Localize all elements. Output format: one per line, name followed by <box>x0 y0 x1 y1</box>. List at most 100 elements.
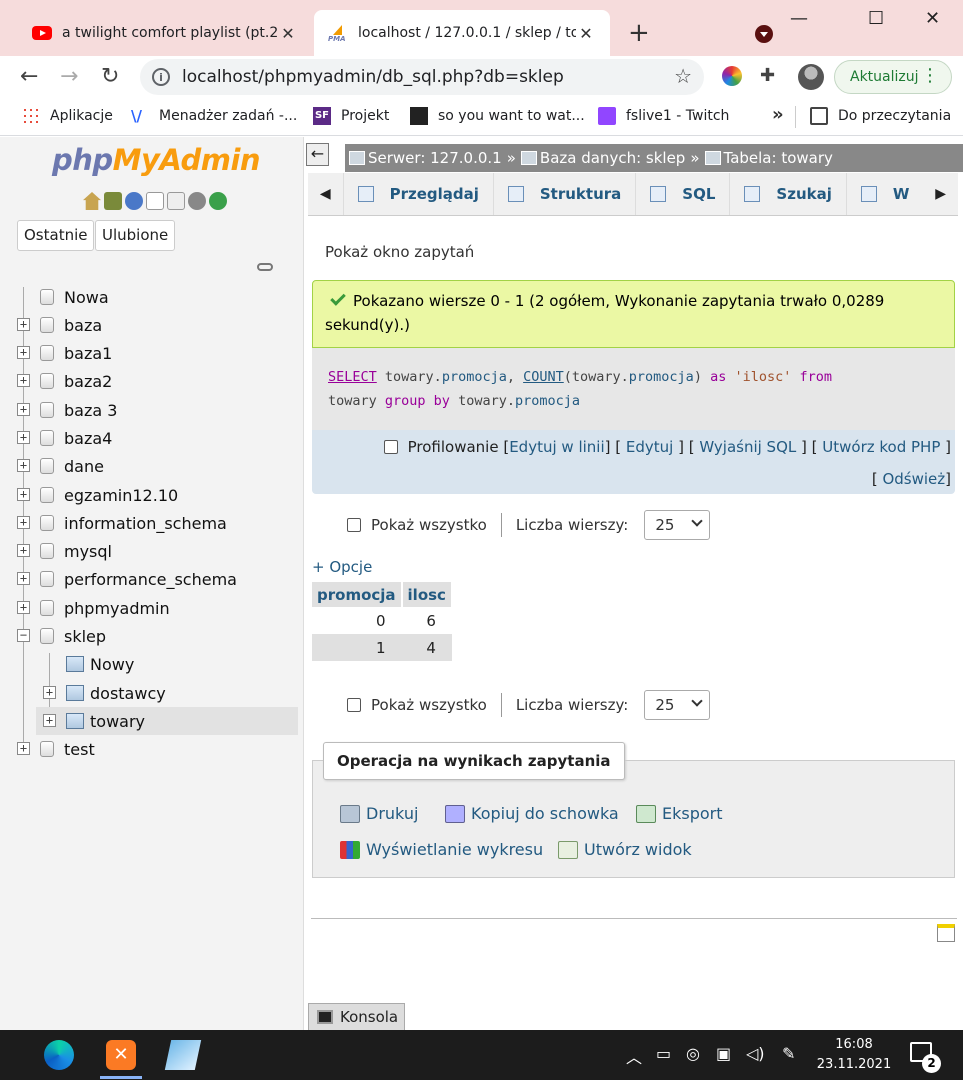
reading-list[interactable]: Do przeczytania <box>810 107 951 125</box>
expand-plus-icon[interactable]: + <box>17 459 30 472</box>
edge-browser-icon[interactable] <box>44 1040 74 1070</box>
expand-plus-icon[interactable]: + <box>17 516 30 529</box>
options-link[interactable]: + Opcje <box>312 558 372 576</box>
expand-plus-icon[interactable]: + <box>17 742 30 755</box>
browser-tab-phpmyadmin[interactable]: PMA localhost / 127.0.0.1 / sklep / tow … <box>314 10 610 56</box>
bookmark-apps[interactable]: Aplikacje <box>22 107 113 125</box>
tree-item-database[interactable]: + baza <box>0 311 300 339</box>
reload-icon[interactable]: ↻ <box>101 64 119 89</box>
tree-item-database[interactable]: + baza2 <box>0 367 300 395</box>
copy-to-clipboard-link[interactable]: Kopiuj do schowka <box>445 804 619 823</box>
taskbar-clock[interactable]: 16:08 23.11.2021 <box>812 1035 896 1075</box>
expand-plus-icon[interactable]: + <box>17 403 30 416</box>
expand-plus-icon[interactable]: + <box>17 572 30 585</box>
home-icon[interactable] <box>83 192 101 210</box>
column-header-promocja[interactable]: promocja <box>312 582 403 607</box>
tab-browse[interactable]: Przeglądaj <box>342 173 493 215</box>
expand-plus-icon[interactable]: + <box>17 601 30 614</box>
collapse-minus-icon[interactable]: − <box>17 629 30 642</box>
address-url[interactable]: localhost/phpmyadmin/db_sql.php?db=sklep <box>182 67 564 87</box>
tab-sql[interactable]: SQL <box>635 173 729 215</box>
site-info-icon[interactable]: i <box>152 68 170 86</box>
update-button[interactable]: Aktualizuj ⋮ <box>834 60 952 94</box>
explain-sql-link[interactable]: Wyjaśnij SQL <box>699 438 796 456</box>
create-view-link[interactable]: Utwórz widok <box>558 840 692 859</box>
expand-plus-icon[interactable]: + <box>17 431 30 444</box>
tab-structure[interactable]: Struktura <box>492 173 635 215</box>
favorite-tables-button[interactable]: Ulubione <box>95 220 176 251</box>
back-arrow-icon[interactable]: ← <box>20 64 38 89</box>
expand-plus-icon[interactable]: + <box>17 488 30 501</box>
pen-icon[interactable]: ✎ <box>782 1044 795 1063</box>
tree-item-table[interactable]: + dostawcy <box>0 679 300 707</box>
mysql-docs-icon[interactable] <box>167 192 185 210</box>
scroll-tabs-right-icon[interactable]: ▶ <box>923 186 958 202</box>
help-icon[interactable] <box>125 192 143 210</box>
profiling-checkbox[interactable] <box>383 440 398 454</box>
reload-navigation-icon[interactable] <box>209 192 227 210</box>
expand-plus-icon[interactable]: + <box>43 686 56 699</box>
xampp-icon[interactable]: ✕ <box>106 1040 136 1070</box>
bookmark-projekt[interactable]: SF Projekt <box>313 107 389 125</box>
column-header-ilosc[interactable]: ilosc <box>401 582 453 607</box>
link-with-main-panel-icon[interactable] <box>257 263 273 271</box>
display-chart-link[interactable]: Wyświetlanie wykresu <box>340 840 543 859</box>
console-toggle[interactable]: Konsola <box>308 1003 405 1030</box>
inline-edit-link[interactable]: Edytuj w linii <box>509 438 604 456</box>
rows-per-page-select[interactable]: 25 <box>644 510 711 540</box>
print-link[interactable]: Drukuj <box>340 804 418 823</box>
maximize-icon[interactable]: ☐ <box>868 8 884 29</box>
tab-insert[interactable]: W <box>845 173 924 215</box>
tree-item-database[interactable]: + baza1 <box>0 339 300 367</box>
expand-plus-icon[interactable]: + <box>17 544 30 557</box>
rows-per-page-select[interactable]: 25 <box>644 690 711 720</box>
phpmyadmin-logo[interactable]: phpMyAdmin <box>52 143 261 177</box>
expand-plus-icon[interactable]: + <box>17 374 30 387</box>
tree-item-database-sklep[interactable]: − sklep <box>0 622 300 650</box>
tree-item-new-database[interactable]: Nowa <box>0 283 300 311</box>
volume-icon[interactable]: ◁) <box>746 1044 765 1063</box>
scroll-tabs-left-icon[interactable]: ◀ <box>308 186 343 202</box>
breadcrumb-server[interactable]: Serwer: 127.0.0.1 <box>368 149 502 167</box>
expand-plus-icon[interactable]: + <box>43 714 56 727</box>
address-bar[interactable]: i localhost/phpmyadmin/db_sql.php?db=skl… <box>140 59 704 95</box>
table-row[interactable]: 1 4 <box>312 634 452 661</box>
tree-item-database[interactable]: + baza 3 <box>0 396 300 424</box>
tree-item-database[interactable]: + dane <box>0 452 300 480</box>
printer-tray-icon[interactable]: ▣ <box>716 1044 731 1063</box>
refresh-link[interactable]: Odśwież <box>882 470 945 488</box>
close-tab-icon[interactable]: ✕ <box>278 24 298 43</box>
breadcrumb-database[interactable]: Baza danych: sklep <box>540 149 685 167</box>
tree-item-database[interactable]: + baza4 <box>0 424 300 452</box>
tree-item-new-table[interactable]: Nowy <box>0 650 300 678</box>
show-all-checkbox[interactable] <box>347 698 361 712</box>
new-tab-plus-icon[interactable]: + <box>628 18 650 48</box>
bookmark-note-icon[interactable] <box>937 924 955 942</box>
collapse-navigation-icon[interactable]: ← <box>306 143 329 166</box>
tree-item-database[interactable]: + phpmyadmin <box>0 594 300 622</box>
create-php-link[interactable]: Utwórz kod PHP <box>822 438 940 456</box>
tree-item-database[interactable]: + performance_schema <box>0 565 300 593</box>
tab-search[interactable]: Szukaj <box>729 173 845 215</box>
tab-search-icon[interactable] <box>755 25 773 43</box>
show-hidden-icons-chevron-icon[interactable]: ︿ <box>626 1044 642 1068</box>
tree-item-database[interactable]: + egzamin12.10 <box>0 481 300 509</box>
forward-arrow-icon[interactable]: → <box>60 64 78 89</box>
expand-plus-icon[interactable]: + <box>17 346 30 359</box>
tree-item-database[interactable]: + mysql <box>0 537 300 565</box>
notepad-icon[interactable] <box>164 1040 202 1070</box>
bookmark-task-manager[interactable]: \/ Menadżer zadań -... <box>131 107 297 125</box>
bookmark-twitch[interactable]: fslive1 - Twitch <box>598 107 729 125</box>
close-tab-icon[interactable]: ✕ <box>576 24 596 43</box>
bookmark-star-icon[interactable]: ☆ <box>674 64 692 88</box>
more-bookmarks-chevron-icon[interactable]: » <box>772 104 784 125</box>
edit-link[interactable]: Edytuj <box>626 438 673 456</box>
close-window-icon[interactable]: ✕ <box>925 8 940 29</box>
minimize-icon[interactable]: — <box>790 8 808 29</box>
tree-item-database[interactable]: + test <box>0 735 300 763</box>
recent-tables-button[interactable]: Ostatnie <box>17 220 95 251</box>
show-all-checkbox[interactable] <box>347 518 361 532</box>
documentation-icon[interactable] <box>146 192 164 210</box>
show-query-window-link[interactable]: Pokaż okno zapytań <box>325 243 474 261</box>
settings-gear-icon[interactable] <box>188 192 206 210</box>
